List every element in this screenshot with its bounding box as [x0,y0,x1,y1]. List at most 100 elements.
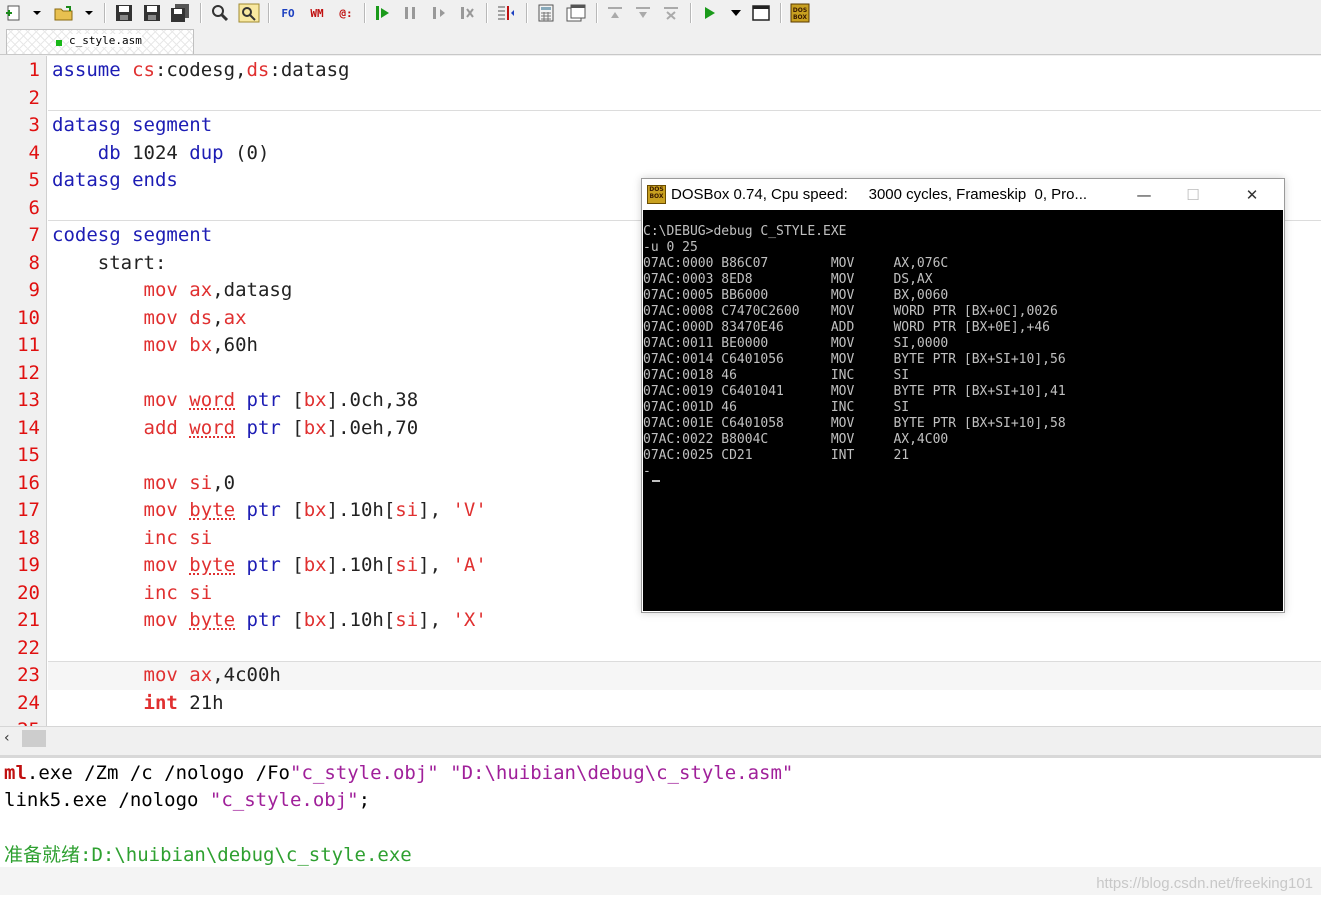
disabled-clear-icon[interactable] [660,2,682,24]
code-token: [ [280,554,304,576]
code-token: ds [246,59,270,81]
dosbox-title-bar[interactable]: DOS BOX DOSBox 0.74, Cpu speed: 3000 cyc… [642,179,1284,210]
output-args: .exe /Zm /c /nologo /Fo [26,762,290,784]
code-line[interactable]: 3 datasg segment [0,112,1321,140]
line-number: 25 [0,717,40,726]
svg-text:DOS: DOS [793,7,807,14]
code-token: bx [303,416,327,439]
wm-button[interactable]: WM [304,2,330,24]
output-line-link: link5.exe /nologo "c_style.obj"; [4,787,370,814]
dosbox-console[interactable]: C:\DEBUG>debug C_STYLE.EXE -u 0 25 07AC:00… [643,210,1283,611]
code-text: inc si [52,580,213,607]
new-file-icon[interactable] [3,2,25,24]
code-line[interactable]: 4 db 1024 dup (0) [0,140,1321,168]
horizontal-scrollbar[interactable]: ‹ [0,726,1321,751]
save-as-icon[interactable] [140,2,164,24]
code-token: [ [280,389,304,411]
output-space [439,762,450,784]
code-token: ], [418,609,453,631]
code-text: codesg segment [52,222,212,249]
code-text: db 1024 dup (0) [52,140,270,167]
code-line[interactable]: 23 mov ax,4c00h [0,662,1321,690]
code-line[interactable]: 24 int 21h [0,690,1321,718]
disabled-up-icon[interactable] [604,2,626,24]
indent-icon[interactable] [494,2,518,24]
code-token: datasg [52,114,133,136]
code-token: si [395,609,419,631]
scrollbar-thumb[interactable] [22,730,46,747]
step-over-icon[interactable] [400,2,422,24]
stop-debug-icon[interactable] [456,2,478,24]
console-line: 07AC:0022 B8004C MOV AX,4C00 [643,432,949,447]
code-token: mov [143,306,178,329]
console-line: 07AC:001D 46 INC SI [643,400,910,415]
tab-label: c_style.asm [69,34,142,47]
code-token: byte [189,499,236,521]
build-output-panel[interactable]: ml.exe /Zm /c /nologo /Fo"c_style.obj" "… [0,755,1321,898]
window-icon[interactable] [564,2,588,24]
disabled-down-icon[interactable] [632,2,654,24]
fo-button[interactable]: FO [276,2,300,24]
line-number: 9 [28,279,40,301]
dosbox-window[interactable]: DOS BOX DOSBox 0.74, Cpu speed: 3000 cyc… [641,178,1285,613]
breakpoint-toggle-icon[interactable] [372,2,394,24]
text-cursor [652,480,660,482]
find-in-files-icon[interactable] [236,2,262,24]
save-icon[interactable] [112,2,136,24]
code-line[interactable]: 25 [0,717,1321,726]
console-line: 07AC:0018 46 INC SI [643,368,910,383]
code-token: si [189,581,213,604]
watermark: https://blog.csdn.net/freeking101 [1096,875,1313,892]
code-text: mov ax,4c00h [52,662,281,689]
find-icon[interactable] [208,2,232,24]
run-icon[interactable] [698,2,720,24]
code-text: add word ptr [bx].0eh,70 [52,415,419,442]
scroll-left-icon[interactable]: ‹ [4,730,10,746]
code-text: inc si [52,525,213,552]
console-line: 07AC:0003 8ED8 MOV DS,AX [643,272,933,287]
console-line: 07AC:0008 C7470C2600 MOV WORD PTR [BX+0C… [643,304,1058,319]
chevron-down-icon[interactable] [728,2,744,24]
console-line: 07AC:0005 BB6000 MOV BX,0060 [643,288,949,303]
step-into-icon[interactable] [428,2,450,24]
code-line[interactable]: 1 assume cs:codesg,ds:datasg [0,57,1321,85]
code-token: bx [189,334,213,356]
line-number: 18 [17,526,40,549]
code-token: ax [189,664,213,686]
tab-c-style-asm[interactable]: c_style.asm [6,29,194,54]
chevron-down-icon[interactable] [30,2,44,24]
minimize-button[interactable]: — [1121,183,1167,207]
tab-bar: c_style.asm [0,26,1321,55]
line-number: 4 [28,141,40,164]
maximize-button[interactable]: ☐ [1170,183,1216,207]
code-token: (0) [223,141,270,164]
chevron-down-icon[interactable] [82,2,96,24]
code-token: word [189,389,236,411]
console-line: 07AC:0000 B86C07 MOV AX,076C [643,256,949,271]
code-line[interactable]: 22 [0,635,1321,662]
close-button[interactable]: ✕ [1229,183,1275,207]
code-token: word [189,416,236,439]
code-token: si [189,471,213,494]
line-number: 10 [17,306,40,329]
console-window-icon[interactable] [750,2,772,24]
calculator-icon[interactable] [534,2,558,24]
code-token: int [143,691,178,714]
code-token: byte [189,554,236,576]
open-folder-icon[interactable] [52,2,76,24]
code-token: si [189,526,213,549]
at-button[interactable]: @: [334,2,358,24]
dosbox-icon[interactable]: DOS BOX [788,2,812,24]
save-all-icon[interactable] [168,2,194,24]
code-line[interactable]: 2 [0,85,1321,113]
code-token: ax [189,279,213,301]
